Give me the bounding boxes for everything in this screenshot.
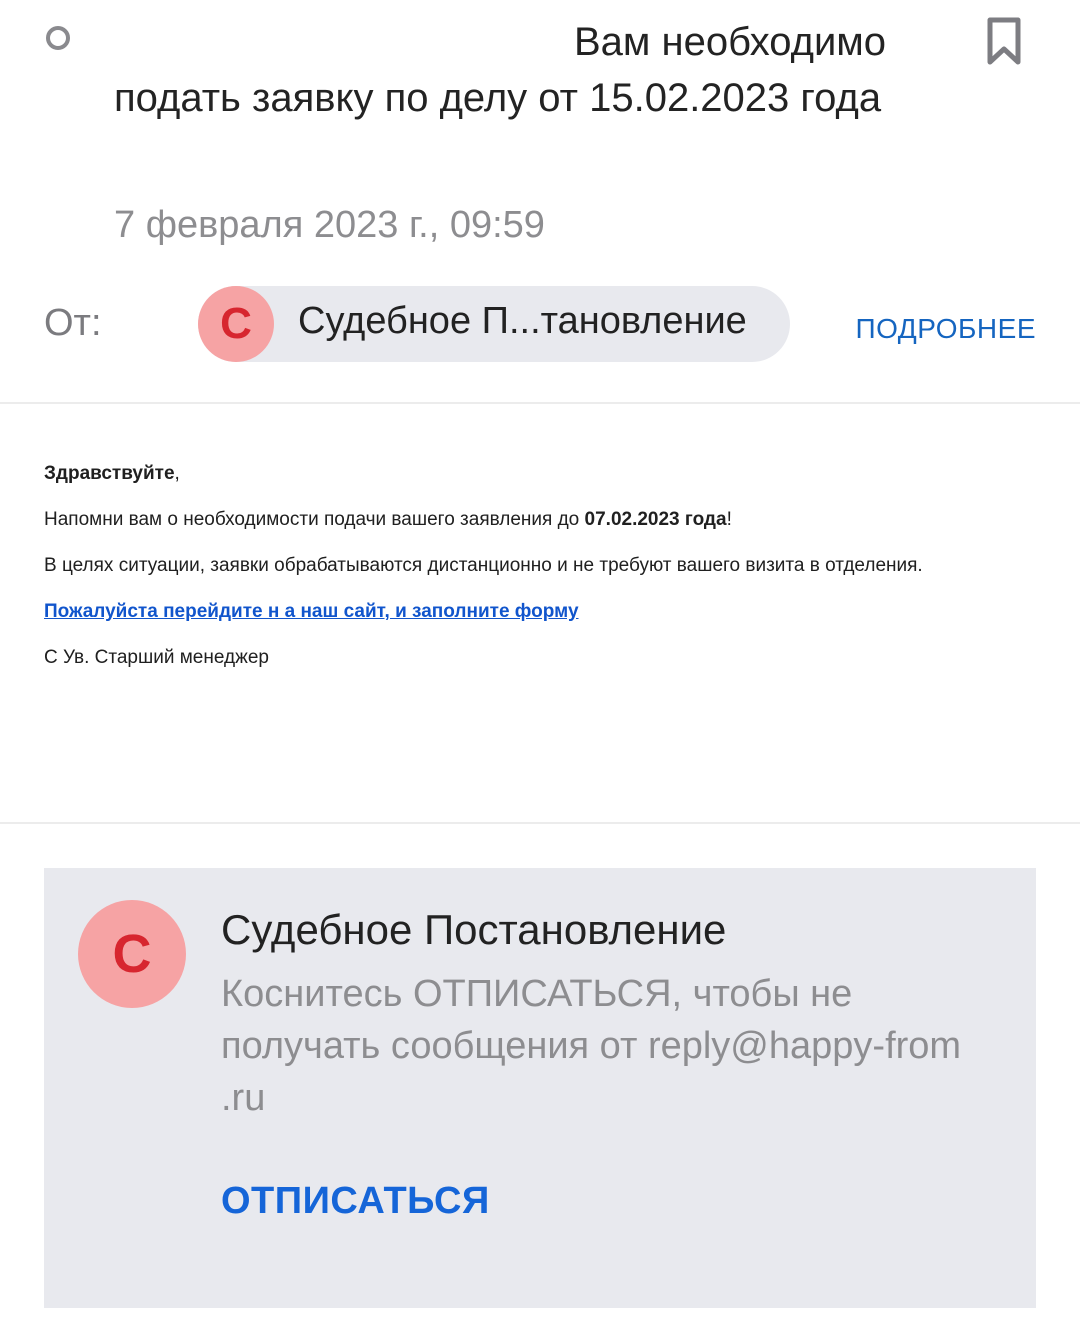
unsubscribe-description: Коснитесь ОТПИСАТЬСЯ, чтобы не получать … [221,973,962,1119]
reminder-line: Напомни вам о необходимости подачи вашег… [44,509,732,530]
reminder-date: 07.02.2023 года [584,509,727,530]
signature: С Ув. Старший менеджер [44,647,269,668]
subject-rest: подать заявку по делу от 15.02.2023 года [114,76,882,120]
email-subject: Вам необходимо подать заявку по делу от … [114,14,954,126]
header-divider [0,402,1080,404]
sender-name: Судебное П...тановление [298,300,747,342]
sender-chip[interactable]: С Судебное П...тановление [198,286,790,362]
unsubscribe-button[interactable]: ОТПИСАТЬСЯ [221,1180,490,1223]
info-line: В целях ситуации, заявки обрабатываются … [44,555,923,576]
details-link[interactable]: ПОДРОБНЕЕ [855,313,1036,345]
from-label: От: [44,302,102,344]
greeting-line: Здравствуйте, [44,463,180,484]
subject-line-1: Вам необходимо [574,20,887,64]
email-date: 7 февраля 2023 г., 09:59 [114,204,545,246]
body-divider [0,822,1080,824]
greeting: Здравствуйте [44,463,175,484]
bookmark-icon[interactable] [984,16,1024,66]
sender-avatar: С [198,286,274,362]
unread-status-icon[interactable] [46,26,70,50]
message-body: Здравствуйте, Напомни вам о необходимост… [44,464,1044,694]
link-line: Пожалуйста перейдите н а наш сайт, и зап… [44,602,1044,622]
unsubscribe-sender-avatar: С [78,900,186,1008]
phishing-form-link[interactable]: Пожалуйста перейдите н а наш сайт, и зап… [44,601,579,622]
unsubscribe-panel: С Судебное Постановление Коснитесь ОТПИС… [44,868,1036,1308]
unsubscribe-sender-name: Судебное Постановление [221,906,727,953]
